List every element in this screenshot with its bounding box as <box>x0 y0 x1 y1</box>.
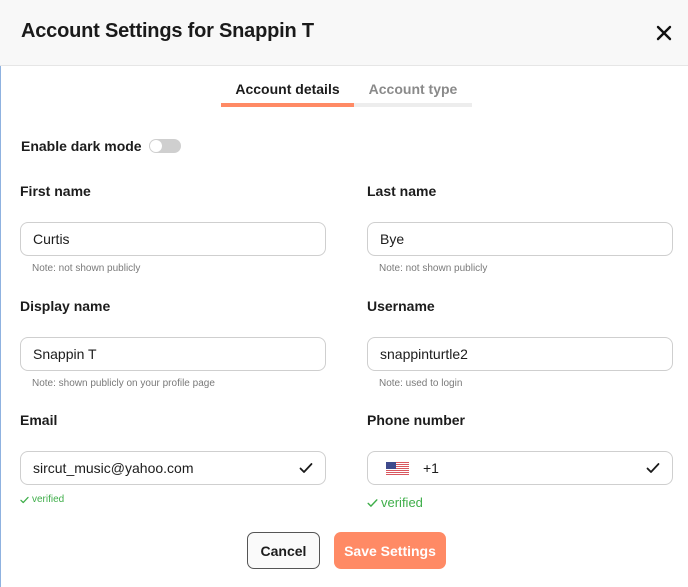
phone-verified-label: verified <box>381 495 423 510</box>
last-name-note: Note: not shown publicly <box>379 263 488 274</box>
tab-indicator-active <box>221 103 354 107</box>
first-name-input[interactable]: Curtis <box>20 222 326 256</box>
window-edge <box>0 66 1 587</box>
toggle-knob <box>149 140 162 152</box>
tab-account-type[interactable]: Account type <box>354 76 472 102</box>
tab-account-details[interactable]: Account details <box>221 76 354 102</box>
last-name-value: Bye <box>380 231 405 247</box>
dialog-actions: Cancel Save Settings <box>247 532 446 569</box>
tab-indicator-track <box>221 103 472 107</box>
email-field-group: Email sircut_music@yahoo.com verified <box>20 412 326 505</box>
first-name-note: Note: not shown publicly <box>32 263 141 274</box>
phone-input[interactable]: +1 <box>367 451 673 485</box>
dark-mode-label: Enable dark mode <box>21 138 142 154</box>
username-field-group: Username snappinturtle2 Note: used to lo… <box>367 298 673 389</box>
first-name-value: Curtis <box>33 231 70 247</box>
first-name-field-group: First name Curtis Note: not shown public… <box>20 183 326 274</box>
username-input[interactable]: snappinturtle2 <box>367 337 673 371</box>
check-icon <box>299 463 313 473</box>
display-name-note: Note: shown publicly on your profile pag… <box>32 378 215 389</box>
verified-check-icon <box>367 498 378 507</box>
close-icon <box>656 25 672 41</box>
close-button[interactable] <box>652 22 676 44</box>
display-name-field-group: Display name Snappin T Note: shown publi… <box>20 298 326 389</box>
phone-verified-status: verified <box>367 495 673 510</box>
check-icon <box>646 463 660 473</box>
last-name-input[interactable]: Bye <box>367 222 673 256</box>
first-name-label: First name <box>20 183 91 199</box>
display-name-input[interactable]: Snappin T <box>20 337 326 371</box>
tab-bar: Account details Account type <box>221 76 472 108</box>
display-name-label: Display name <box>20 298 111 314</box>
phone-value: +1 <box>423 460 439 476</box>
dialog-header: Account Settings for Snappin T <box>0 0 688 66</box>
username-value: snappinturtle2 <box>380 346 468 362</box>
verified-check-icon <box>20 496 29 503</box>
display-name-value: Snappin T <box>33 346 97 362</box>
email-value: sircut_music@yahoo.com <box>33 460 194 476</box>
cancel-button[interactable]: Cancel <box>247 532 320 569</box>
us-flag-icon[interactable] <box>386 461 409 475</box>
email-verified-label: verified <box>32 494 65 505</box>
last-name-field-group: Last name Bye Note: not shown publicly <box>367 183 673 274</box>
save-settings-button[interactable]: Save Settings <box>334 532 446 569</box>
last-name-label: Last name <box>367 183 437 199</box>
username-label: Username <box>367 298 435 314</box>
dark-mode-toggle[interactable] <box>148 139 181 153</box>
dialog-title: Account Settings for Snappin T <box>21 20 314 42</box>
email-verified-status: verified <box>20 494 326 505</box>
phone-label: Phone number <box>367 412 466 428</box>
phone-field-group: Phone number +1 verified <box>367 412 673 510</box>
dark-mode-row: Enable dark mode <box>21 138 181 154</box>
username-note: Note: used to login <box>379 378 463 389</box>
email-input[interactable]: sircut_music@yahoo.com <box>20 451 326 485</box>
email-label: Email <box>20 412 58 428</box>
